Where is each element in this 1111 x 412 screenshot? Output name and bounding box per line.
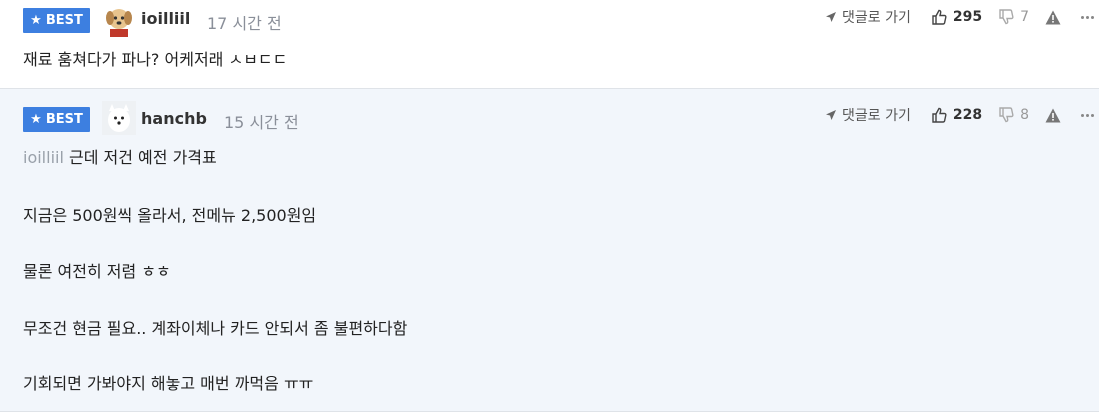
timestamp: 17 시간 전 — [207, 14, 282, 33]
mention-link[interactable]: ioilliil — [23, 148, 64, 167]
dislike-button[interactable]: 7 — [998, 9, 1029, 25]
goto-reply-label: 댓글로 가기 — [841, 10, 911, 26]
report-button[interactable] — [1045, 10, 1061, 25]
comment-line: 무조건 현금 필요.. 계좌이체나 카드 안되서 좀 불편하다함 — [23, 319, 408, 338]
star-icon: ★ — [30, 112, 42, 127]
timestamp: 15 시간 전 — [224, 113, 299, 132]
comment-actions: 댓글로 가기 228 8 — [825, 105, 1099, 125]
like-button[interactable]: 295 — [931, 9, 982, 25]
like-count: 228 — [952, 107, 983, 123]
comment-line: 기회되면 가봐야지 해놓고 매번 까먹음 ㅠㅠ — [23, 374, 314, 393]
like-button[interactable]: 228 — [931, 107, 982, 123]
thumbs-down-icon — [999, 107, 1014, 123]
comment-header: ★ BEST ioilliil 17 시간 전 댓글로 가기 295 7 — [23, 0, 1099, 40]
dislike-button[interactable]: 8 — [998, 107, 1029, 123]
more-icon[interactable] — [1081, 15, 1095, 19]
warning-icon — [1045, 10, 1061, 24]
dislike-count: 7 — [1020, 9, 1029, 25]
like-count: 295 — [952, 9, 983, 25]
username[interactable]: ioilliil — [141, 9, 190, 28]
avatar[interactable] — [102, 101, 136, 135]
more-icon[interactable] — [1081, 113, 1095, 117]
send-icon — [825, 110, 836, 120]
comment-line: 근데 저건 예전 가격표 — [69, 148, 217, 167]
comment: ★ BEST ioilliil 17 시간 전 댓글로 가기 295 7 재료 … — [0, 0, 1099, 89]
comment-line: 물론 여전히 저렴 ㅎㅎ — [23, 262, 171, 281]
best-label: BEST — [45, 112, 83, 127]
dislike-count: 8 — [1020, 107, 1029, 123]
comment-header: ★ BEST hanchb 15 시간 전 댓글로 가기 228 8 — [23, 89, 1099, 135]
best-badge: ★ BEST — [23, 107, 90, 132]
warning-icon — [1045, 108, 1061, 122]
comment-text: 재료 훔쳐다가 파나? 어케저래 ㅅㅂㄷㄷ — [23, 50, 288, 69]
best-label: BEST — [45, 13, 83, 28]
comment-actions: 댓글로 가기 295 7 — [825, 7, 1099, 27]
username[interactable]: hanchb — [141, 109, 207, 128]
send-icon — [825, 12, 836, 22]
thumbs-up-icon — [932, 107, 947, 123]
thumbs-up-icon — [932, 9, 947, 25]
comment-line: 지금은 500원씩 올라서, 전메뉴 2,500원임 — [23, 206, 317, 225]
report-button[interactable] — [1045, 108, 1061, 123]
goto-reply-label: 댓글로 가기 — [841, 108, 911, 124]
thumbs-down-icon — [999, 9, 1014, 25]
best-badge: ★ BEST — [23, 8, 90, 33]
goto-reply-link[interactable]: 댓글로 가기 — [825, 105, 911, 125]
comment-text: ioilliil 근데 저건 예전 가격표 — [23, 148, 217, 168]
star-icon: ★ — [30, 13, 42, 28]
goto-reply-link[interactable]: 댓글로 가기 — [825, 7, 911, 27]
comment: ★ BEST hanchb 15 시간 전 댓글로 가기 228 8 ioill… — [0, 89, 1099, 412]
avatar[interactable] — [102, 3, 136, 37]
